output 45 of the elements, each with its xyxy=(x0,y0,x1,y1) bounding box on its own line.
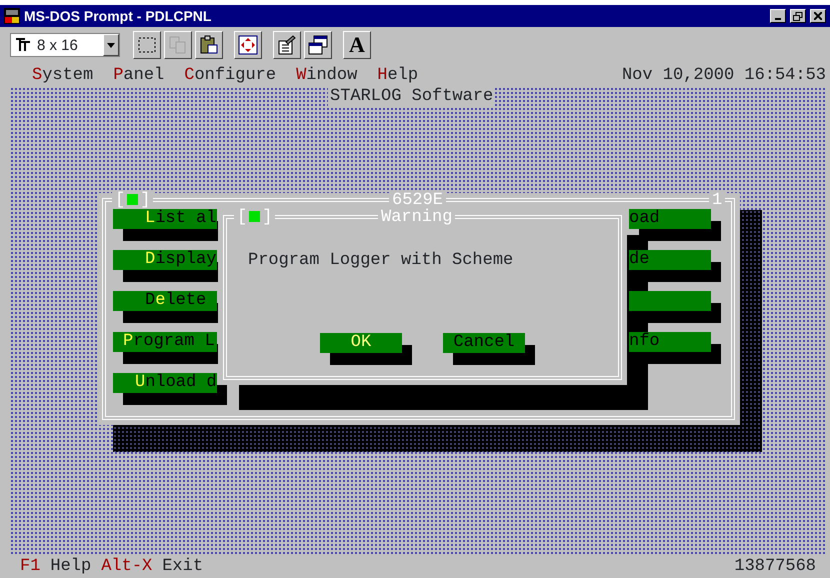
menu-item[interactable]: Help xyxy=(377,66,418,86)
shortcut-label: Help xyxy=(50,556,92,576)
shortcut-label: Exit xyxy=(162,556,204,576)
menu-button[interactable]: Unload d xyxy=(113,373,217,393)
app-title: STARLOG Software xyxy=(328,87,496,107)
dialog-button[interactable]: Cancel xyxy=(443,333,525,353)
restore-icon xyxy=(793,12,803,20)
counter: 13877568 xyxy=(734,556,816,576)
menu-item[interactable]: Panel xyxy=(113,66,164,86)
background-icon xyxy=(307,34,329,56)
dialog-message: Program Logger with Scheme xyxy=(248,251,514,271)
dialog-button[interactable]: OK xyxy=(320,333,402,353)
menu-item[interactable]: System xyxy=(32,66,94,86)
menu-button[interactable]: oad xyxy=(629,209,711,229)
shortcut-key: F1 xyxy=(20,556,40,576)
fullscreen-icon xyxy=(237,34,259,56)
menu-button[interactable]: List al xyxy=(113,209,217,229)
menu-button[interactable]: Program L xyxy=(113,332,217,352)
clock: Nov 10,2000 16:54:53 xyxy=(622,66,826,86)
minimize-button[interactable] xyxy=(770,9,786,23)
mark-button[interactable] xyxy=(133,31,161,59)
paste-button[interactable] xyxy=(195,31,223,59)
menu-button[interactable]: Display xyxy=(113,250,217,270)
square-icon xyxy=(127,194,138,205)
maximize-button[interactable] xyxy=(790,9,806,23)
close-icon xyxy=(814,12,822,20)
close-button[interactable] xyxy=(810,9,826,23)
square-icon xyxy=(249,211,260,222)
menu-item[interactable]: Configure xyxy=(184,66,276,86)
fullscreen-button[interactable] xyxy=(234,31,262,59)
background-button[interactable] xyxy=(304,31,332,59)
menu-button[interactable]: nfo xyxy=(629,332,711,352)
menu-button[interactable]: de xyxy=(629,250,711,270)
properties-button[interactable] xyxy=(273,31,301,59)
font-button[interactable]: A xyxy=(343,31,371,59)
window-title: MS-DOS Prompt - PDLCPNL xyxy=(24,8,212,24)
paste-icon xyxy=(198,34,220,56)
menu-item[interactable]: Window xyxy=(296,66,358,86)
menu-button[interactable]: Delete xyxy=(113,291,217,311)
font-icon xyxy=(15,38,31,52)
shortcut-key: Alt-X xyxy=(101,556,152,576)
font-size-dropdown[interactable]: 8 x 16 xyxy=(10,33,120,57)
dialog-title: Warning xyxy=(378,209,456,227)
dos-icon xyxy=(4,8,20,24)
properties-icon xyxy=(276,34,298,56)
